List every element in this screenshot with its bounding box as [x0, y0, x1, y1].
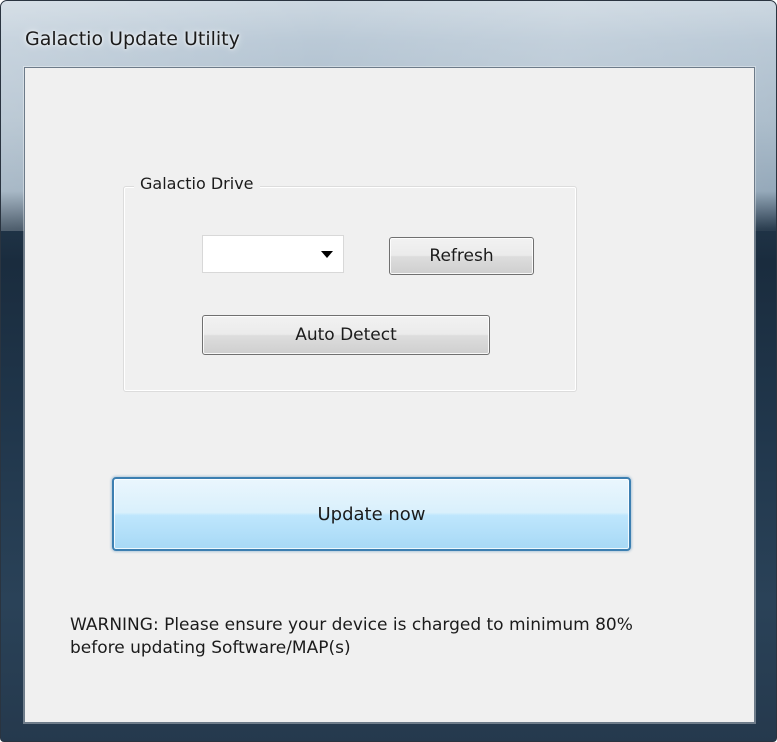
client-area: Galactio Drive Refresh Auto Detect Updat…: [24, 67, 755, 723]
update-now-button[interactable]: Update now: [112, 477, 631, 551]
galactio-drive-group: Galactio Drive Refresh Auto Detect: [123, 174, 577, 392]
drive-select[interactable]: [202, 235, 344, 273]
window-title: Galactio Update Utility: [25, 28, 240, 50]
chevron-down-icon[interactable]: [321, 251, 333, 258]
title-bar[interactable]: Galactio Update Utility: [1, 1, 776, 67]
warning-line-2: before updating Software/MAP(s): [70, 638, 351, 658]
group-legend: Galactio Drive: [134, 174, 260, 193]
refresh-button[interactable]: Refresh: [389, 237, 534, 275]
auto-detect-button[interactable]: Auto Detect: [202, 315, 490, 355]
warning-line-1: WARNING: Please ensure your device is ch…: [70, 615, 633, 635]
app-window: Galactio Update Utility Galactio Drive R…: [0, 0, 777, 742]
warning-text: WARNING: Please ensure your device is ch…: [70, 614, 740, 660]
